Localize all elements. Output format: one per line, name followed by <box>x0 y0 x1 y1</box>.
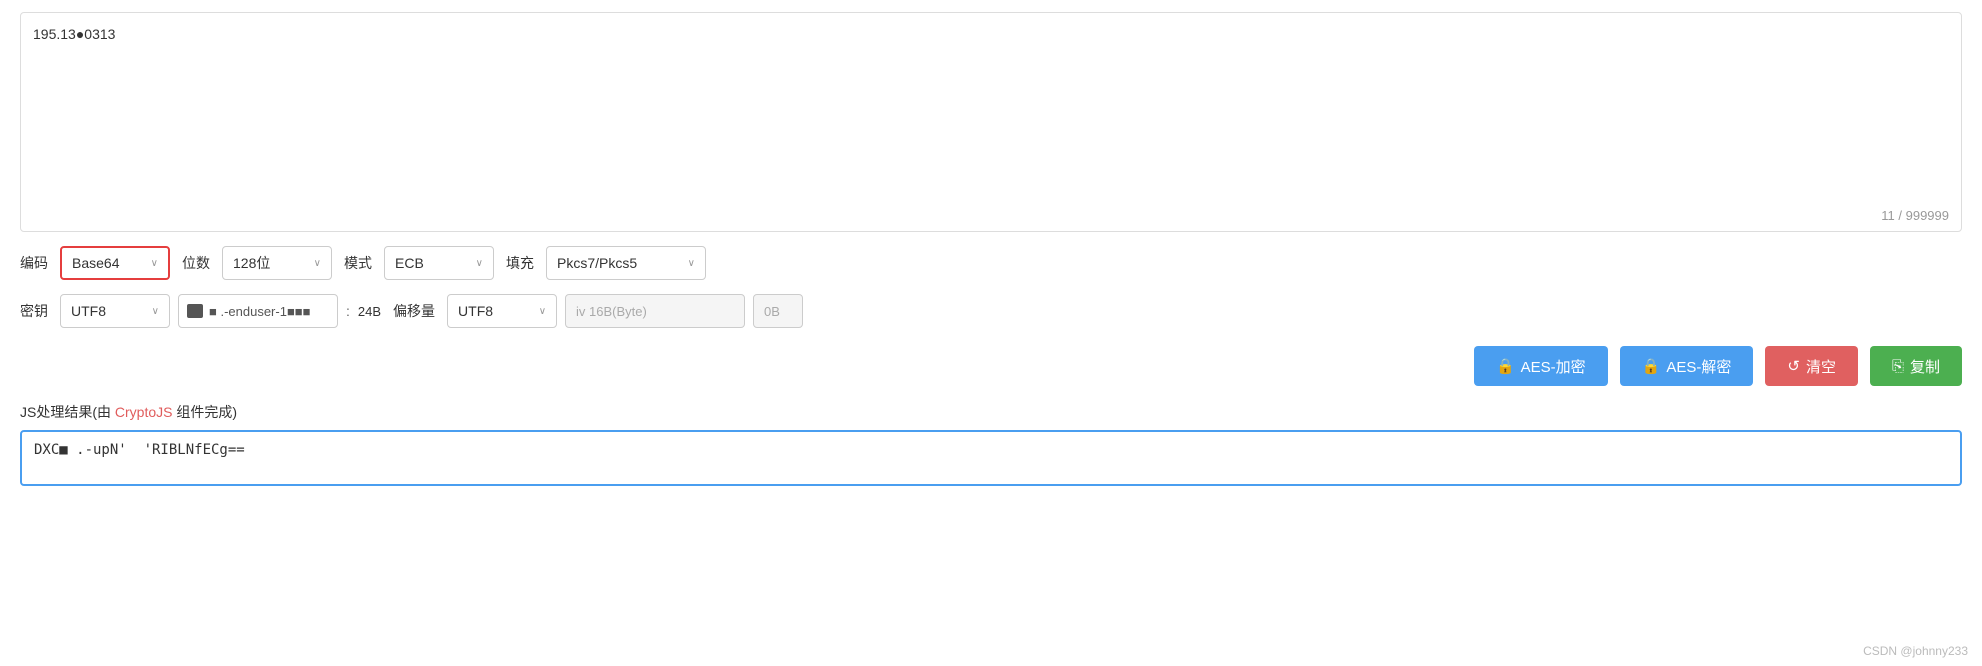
encoding-select[interactable]: Base64 ∨ <box>60 246 170 280</box>
key-encoding-value: UTF8 <box>71 303 106 319</box>
encoding-label: 编码 <box>20 253 48 273</box>
result-label-suffix: 组件完成) <box>172 404 237 420</box>
copy-label: 复制 <box>1910 356 1940 377</box>
mode-label: 模式 <box>344 253 372 273</box>
decrypt-button[interactable]: 🔒 AES-解密 <box>1620 346 1754 386</box>
char-count: 11 / 999999 <box>1881 208 1949 223</box>
encoding-group: 编码 Base64 ∨ <box>20 246 170 280</box>
key-icon <box>187 304 203 318</box>
mode-select[interactable]: ECB ∨ <box>384 246 494 280</box>
key-encoding-chevron-icon: ∨ <box>152 306 159 317</box>
fill-value: Pkcs7/Pkcs5 <box>557 255 637 271</box>
offset-encoding-chevron-icon: ∨ <box>539 306 546 317</box>
iv-input[interactable]: iv 16B(Byte) <box>565 294 745 328</box>
bits-label: 位数 <box>182 253 210 273</box>
mode-group: 模式 ECB ∨ <box>344 246 494 280</box>
offset-encoding-select[interactable]: UTF8 ∨ <box>447 294 557 328</box>
controls-row-1: 编码 Base64 ∨ 位数 128位 ∨ 模式 ECB ∨ 填充 Pkcs7/… <box>20 246 1962 280</box>
iv-size-text: 0B <box>764 304 780 319</box>
copy-icon: ⎘ <box>1892 358 1904 375</box>
result-textarea[interactable] <box>20 430 1962 486</box>
bits-value: 128位 <box>233 253 270 273</box>
iv-size-display: 0B <box>753 294 803 328</box>
offset-encoding-value: UTF8 <box>458 303 493 319</box>
key-value: ■ .-enduser-1■■■ <box>209 304 311 319</box>
decrypt-label: AES-解密 <box>1666 356 1731 377</box>
key-colon: : <box>346 303 350 319</box>
clear-label: 清空 <box>1806 356 1836 377</box>
key-group: 密钥 UTF8 ∨ ■ .-enduser-1■■■ : 24B <box>20 294 381 328</box>
mode-value: ECB <box>395 255 424 271</box>
result-label: JS处理结果(由 CryptoJS 组件完成) <box>20 402 1962 422</box>
bits-group: 位数 128位 ∨ <box>182 246 332 280</box>
controls-row-2: 密钥 UTF8 ∨ ■ .-enduser-1■■■ : 24B 偏移量 UTF… <box>20 294 1962 328</box>
copy-button[interactable]: ⎘ 复制 <box>1870 346 1962 386</box>
key-display[interactable]: ■ .-enduser-1■■■ <box>178 294 338 328</box>
fill-select[interactable]: Pkcs7/Pkcs5 ∨ <box>546 246 706 280</box>
fill-chevron-icon: ∨ <box>688 258 695 269</box>
encrypt-lock-icon: 🔒 <box>1496 357 1515 375</box>
encoding-chevron-icon: ∨ <box>151 258 158 269</box>
cryptojs-link[interactable]: CryptoJS <box>115 404 173 420</box>
main-container: 195.13●0313 11 / 999999 编码 Base64 ∨ 位数 1… <box>0 0 1982 666</box>
encrypt-label: AES-加密 <box>1521 356 1586 377</box>
input-area: 195.13●0313 11 / 999999 <box>20 12 1962 232</box>
key-label: 密钥 <box>20 301 48 321</box>
bits-select[interactable]: 128位 ∨ <box>222 246 332 280</box>
clear-icon: ↺ <box>1787 357 1800 375</box>
buttons-row: 🔒 AES-加密 🔒 AES-解密 ↺ 清空 ⎘ 复制 <box>20 346 1962 386</box>
clear-button[interactable]: ↺ 清空 <box>1765 346 1858 386</box>
fill-group: 填充 Pkcs7/Pkcs5 ∨ <box>506 246 706 280</box>
result-section: JS处理结果(由 CryptoJS 组件完成) <box>20 402 1962 489</box>
input-text: 195.13●0313 <box>33 23 1949 45</box>
offset-label: 偏移量 <box>393 301 435 321</box>
fill-label: 填充 <box>506 253 534 273</box>
decrypt-lock-icon: 🔒 <box>1642 357 1661 375</box>
key-encoding-select[interactable]: UTF8 ∨ <box>60 294 170 328</box>
encoding-value: Base64 <box>72 255 119 271</box>
watermark: CSDN @johnny233 <box>1863 644 1968 658</box>
mode-chevron-icon: ∨ <box>476 258 483 269</box>
bits-chevron-icon: ∨ <box>314 258 321 269</box>
offset-group: 偏移量 UTF8 ∨ iv 16B(Byte) 0B <box>393 294 803 328</box>
iv-placeholder-text: iv 16B(Byte) <box>576 304 647 319</box>
encrypt-button[interactable]: 🔒 AES-加密 <box>1474 346 1608 386</box>
key-size: 24B <box>358 304 381 319</box>
result-label-prefix: JS处理结果(由 <box>20 404 115 420</box>
